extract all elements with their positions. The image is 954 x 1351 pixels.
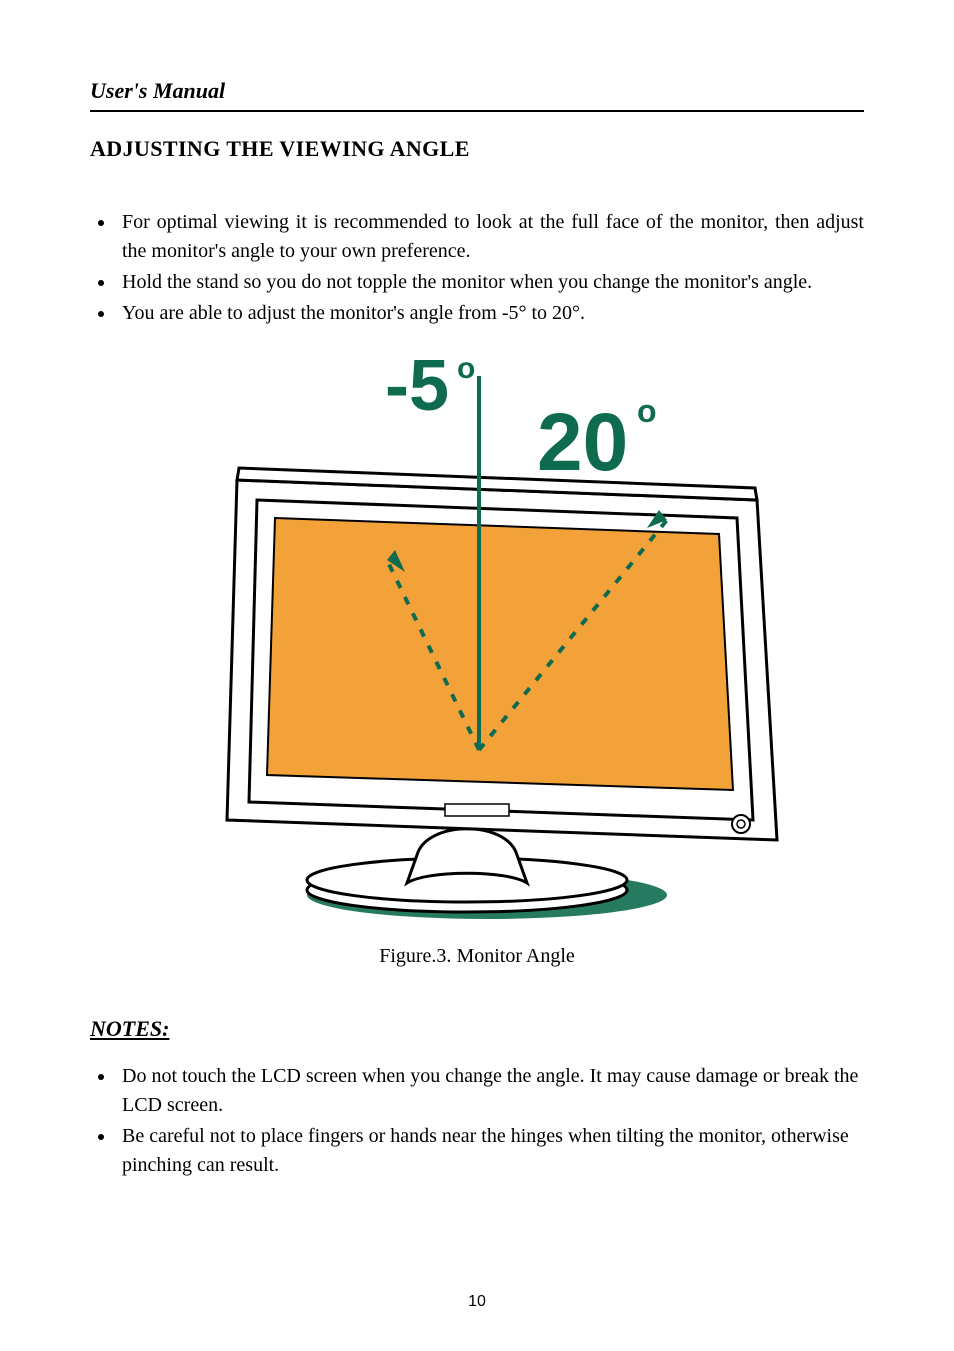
header-rule (90, 110, 864, 112)
monitor-angle-illustration: -5 o 20 o (167, 350, 787, 930)
figure-caption-text: Monitor Angle (451, 945, 574, 967)
angle-label-20-degree: o (637, 393, 657, 429)
page: User's Manual ADJUSTING THE VIEWING ANGL… (0, 0, 954, 1351)
running-title: User's Manual (90, 78, 864, 104)
list-item: You are able to adjust the monitor's ang… (116, 299, 864, 328)
figure-caption: Figure.3. Monitor Angle (90, 945, 864, 968)
page-number: 10 (0, 1293, 954, 1311)
list-item: Be careful not to place fingers or hands… (116, 1122, 864, 1180)
instruction-list: For optimal viewing it is recommended to… (90, 208, 864, 328)
angle-label-20: 20 (537, 397, 628, 488)
section-title: ADJUSTING THE VIEWING ANGLE (90, 136, 864, 162)
notes-list: Do not touch the LCD screen when you cha… (90, 1062, 864, 1180)
list-item: Do not touch the LCD screen when you cha… (116, 1062, 864, 1120)
list-item: For optimal viewing it is recommended to… (116, 208, 864, 266)
list-item: Hold the stand so you do not topple the … (116, 268, 864, 297)
figure-caption-prefix: Figure.3. (379, 945, 451, 967)
figure: -5 o 20 o (90, 350, 864, 935)
notes-heading: NOTES: (90, 1016, 864, 1042)
angle-label-neg5-degree: o (457, 352, 475, 385)
angle-label-neg5: -5 (385, 350, 449, 426)
